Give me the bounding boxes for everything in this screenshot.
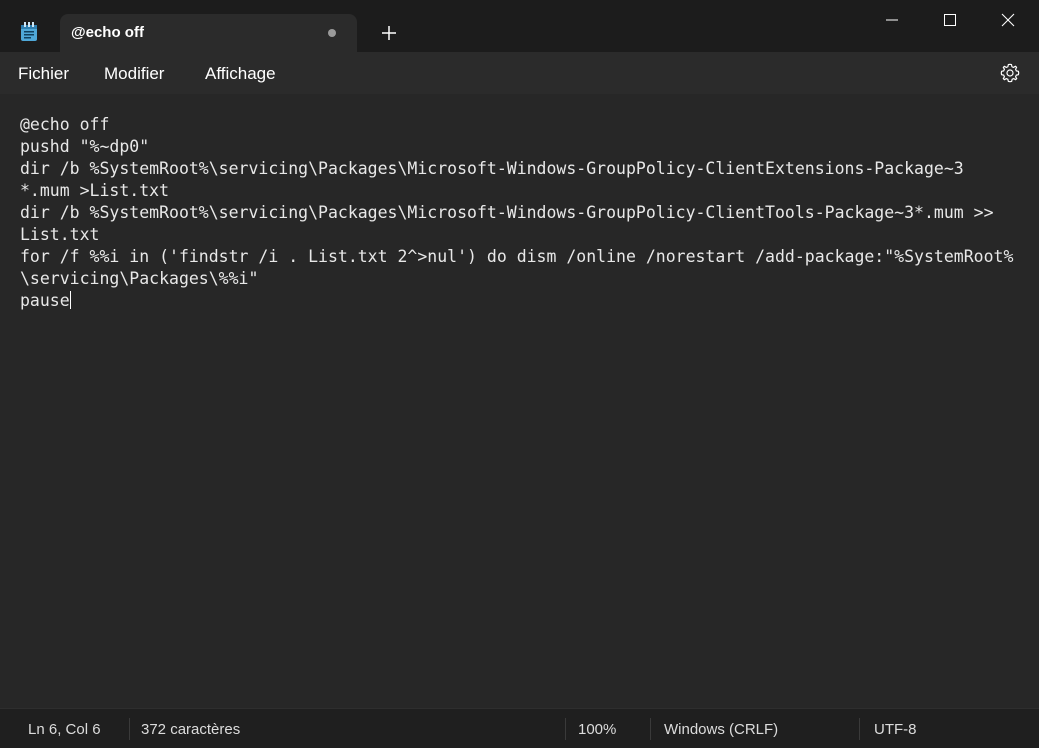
minimize-button[interactable] [863, 0, 921, 40]
plus-icon[interactable] [376, 20, 402, 46]
editor-line-last: pause [20, 290, 1030, 312]
character-count: 372 caractères [141, 721, 241, 738]
status-bar: Ln 6, Col 6 372 caractères 100% Windows … [0, 708, 1039, 748]
notepad-icon [21, 22, 37, 41]
status-divider [565, 718, 566, 740]
maximize-icon [944, 14, 956, 26]
maximize-button[interactable] [921, 0, 979, 40]
editor-line: @echo off [20, 115, 110, 134]
editor-line: for /f %%i in ('findstr /i . List.txt 2^… [20, 247, 1014, 266]
close-button[interactable] [979, 0, 1037, 40]
close-icon [1001, 13, 1015, 27]
menu-view[interactable]: Affichage [205, 64, 276, 84]
menu-bar: Fichier Modifier Affichage [0, 52, 1039, 94]
editor-line: pushd "%~dp0" [20, 137, 150, 156]
menu-file[interactable]: Fichier [18, 64, 69, 84]
tab-active[interactable]: @echo off [60, 14, 357, 52]
text-editor[interactable]: @echo off pushd "%~dp0" dir /b %SystemRoot… [0, 94, 1039, 708]
unsaved-dot-icon[interactable] [328, 29, 336, 37]
text-cursor [69, 291, 71, 309]
title-bar: @echo off [0, 0, 1039, 52]
editor-line: *.mum >List.txt [20, 181, 170, 200]
status-divider [859, 718, 860, 740]
editor-line: \servicing\Packages\%%i" [20, 269, 259, 288]
status-divider [129, 718, 130, 740]
zoom-level[interactable]: 100% [578, 721, 616, 738]
encoding[interactable]: UTF-8 [874, 721, 917, 738]
editor-content[interactable]: @echo off pushd "%~dp0" dir /b %SystemRoot… [20, 114, 1030, 312]
minimize-icon [886, 19, 898, 21]
tab-title: @echo off [71, 24, 144, 41]
gear-icon[interactable] [999, 62, 1021, 84]
editor-line: List.txt [20, 225, 100, 244]
editor-line: dir /b %SystemRoot%\servicing\Packages\M… [20, 203, 994, 222]
editor-line: dir /b %SystemRoot%\servicing\Packages\M… [20, 159, 964, 178]
status-divider [650, 718, 651, 740]
editor-line: pause [20, 291, 70, 310]
cursor-position[interactable]: Ln 6, Col 6 [28, 721, 101, 738]
line-ending[interactable]: Windows (CRLF) [664, 721, 778, 738]
menu-edit[interactable]: Modifier [104, 64, 164, 84]
